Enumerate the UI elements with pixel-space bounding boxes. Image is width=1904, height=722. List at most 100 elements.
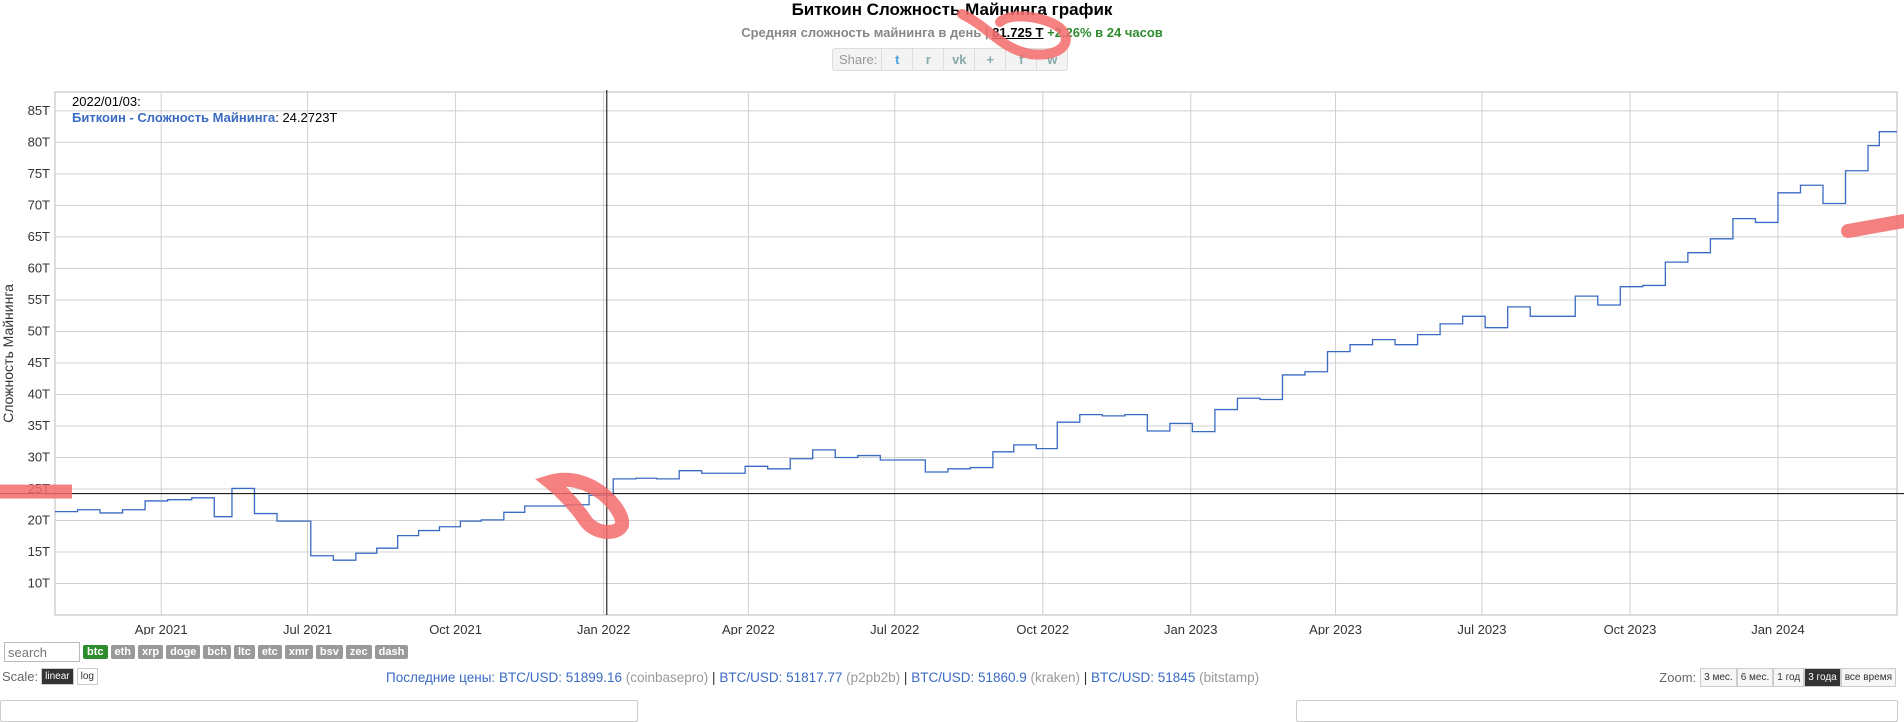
like-icon[interactable]: +	[974, 49, 1005, 70]
annotation-left-mark	[0, 484, 72, 499]
price-pair[interactable]: BTC/USD: 51860.9	[911, 670, 1027, 685]
coin-button-eth[interactable]: eth	[110, 645, 135, 659]
price-pair[interactable]: BTC/USD: 51845	[1091, 670, 1195, 685]
price-separator: |	[1080, 670, 1092, 685]
data-point	[812, 449, 814, 451]
zoom-button[interactable]: 1 год	[1773, 668, 1805, 687]
y-tick-label: 65T	[28, 229, 50, 244]
data-point	[396, 534, 398, 536]
data-point	[723, 472, 725, 474]
zoom-control: Zoom: 3 мес. 6 мес. 1 год 3 года все время	[1659, 668, 1896, 687]
data-point	[1619, 286, 1621, 288]
data-point	[438, 526, 440, 528]
prices-label: Последние цены:	[386, 670, 499, 685]
data-point	[376, 547, 378, 549]
bottom-input-right[interactable]	[1296, 700, 1898, 722]
data-point	[1754, 221, 1756, 223]
data-point	[1461, 315, 1463, 317]
zoom-button[interactable]: все время	[1840, 668, 1896, 687]
data-point	[417, 529, 419, 531]
price-pair[interactable]: BTC/USD: 51817.77	[719, 670, 842, 685]
data-point	[1799, 184, 1801, 186]
data-point	[1035, 447, 1037, 449]
data-point	[1878, 130, 1880, 132]
tooltip-value: : 24.2723T	[275, 110, 337, 125]
x-tick-label: Jul 2022	[870, 622, 919, 635]
bottom-input-left[interactable]	[0, 700, 638, 722]
twitter-icon[interactable]: t	[881, 49, 912, 70]
coin-button-doge[interactable]: doge	[166, 645, 201, 659]
difficulty-change: +2.26% в 24 часов	[1043, 25, 1163, 40]
data-point	[1777, 192, 1779, 194]
data-point	[121, 509, 123, 511]
y-tick-label: 35T	[28, 418, 50, 433]
vk-icon[interactable]: vk	[943, 49, 974, 70]
zoom-button[interactable]: 6 мес.	[1736, 668, 1774, 687]
x-tick-label: Jan 2023	[1164, 622, 1218, 635]
coin-selector: btcethxrpdogebchltcetcxmrbsvzecdash	[4, 642, 409, 662]
data-point	[1056, 421, 1058, 423]
x-tick-label: Jan 2022	[577, 622, 631, 635]
data-point	[1079, 413, 1081, 415]
scale-linear-button[interactable]: linear	[41, 668, 74, 685]
price-separator: |	[900, 670, 912, 685]
tooltip-date: 2022/01/03:	[72, 94, 141, 109]
scale-control: Scale: linear log	[2, 668, 98, 685]
coin-button-bsv[interactable]: bsv	[315, 645, 343, 659]
coin-button-btc[interactable]: btc	[83, 645, 108, 659]
x-tick-label: Apr 2021	[135, 622, 188, 635]
data-point	[992, 451, 994, 453]
x-tick-label: Apr 2022	[722, 622, 775, 635]
data-point	[1822, 202, 1824, 204]
data-point	[1146, 430, 1148, 432]
data-point	[924, 471, 926, 473]
y-tick-label: 70T	[28, 197, 50, 212]
scale-log-button[interactable]: log	[76, 668, 98, 685]
data-point	[1732, 217, 1734, 219]
coin-button-xrp[interactable]: xrp	[138, 645, 164, 659]
data-point	[1394, 343, 1396, 345]
data-point	[524, 505, 526, 507]
search-input[interactable]	[4, 642, 80, 662]
coin-button-etc[interactable]: etc	[257, 645, 282, 659]
data-point	[1597, 304, 1599, 306]
data-point	[1552, 315, 1554, 317]
scale-label: Scale:	[2, 669, 39, 684]
data-point	[789, 458, 791, 460]
data-point	[857, 454, 859, 456]
data-point	[612, 478, 614, 480]
zoom-button[interactable]: 3 мес.	[1700, 668, 1737, 687]
data-point	[879, 459, 881, 461]
y-tick-label: 40T	[28, 386, 50, 401]
coin-button-zec[interactable]: zec	[345, 645, 372, 659]
tooltip-series: Биткоин - Сложность Майнинга: 24.2723T	[72, 110, 337, 125]
subtitle: Средняя сложность майнинга в день | 81.7…	[0, 25, 1904, 40]
weibo-icon[interactable]: w	[1036, 49, 1067, 70]
data-point	[480, 519, 482, 521]
data-point	[1304, 371, 1306, 373]
data-point	[701, 472, 703, 474]
data-point	[1844, 170, 1846, 172]
data-point	[1416, 333, 1418, 335]
data-point	[1101, 415, 1103, 417]
plot-area	[54, 91, 1898, 616]
data-point	[355, 552, 357, 554]
data-point	[1642, 284, 1644, 286]
coin-button-xmr[interactable]: xmr	[284, 645, 313, 659]
x-tick-label: Jul 2021	[283, 622, 332, 635]
coin-button-ltc[interactable]: ltc	[233, 645, 255, 659]
current-difficulty-value: 81.725 T	[992, 25, 1044, 40]
y-tick-label: 20T	[28, 512, 50, 527]
annotation-right-mark	[1841, 214, 1904, 238]
facebook-icon[interactable]: f	[1005, 49, 1036, 70]
data-point	[76, 509, 78, 511]
coin-button-bch[interactable]: bch	[203, 645, 231, 659]
x-tick-label: Oct 2021	[429, 622, 482, 635]
zoom-button[interactable]: 3 года	[1804, 668, 1841, 687]
reddit-icon[interactable]: r	[912, 49, 943, 70]
price-pair[interactable]: BTC/USD: 51899.16	[499, 670, 622, 685]
page-title: Биткоин Сложность Майнинга график	[791, 0, 1113, 19]
coin-button-dash[interactable]: dash	[374, 645, 409, 659]
difficulty-chart[interactable]: 10T15T20T25T30T35T40T45T50T55T60T65T70T7…	[0, 80, 1904, 635]
data-point	[1349, 343, 1351, 345]
